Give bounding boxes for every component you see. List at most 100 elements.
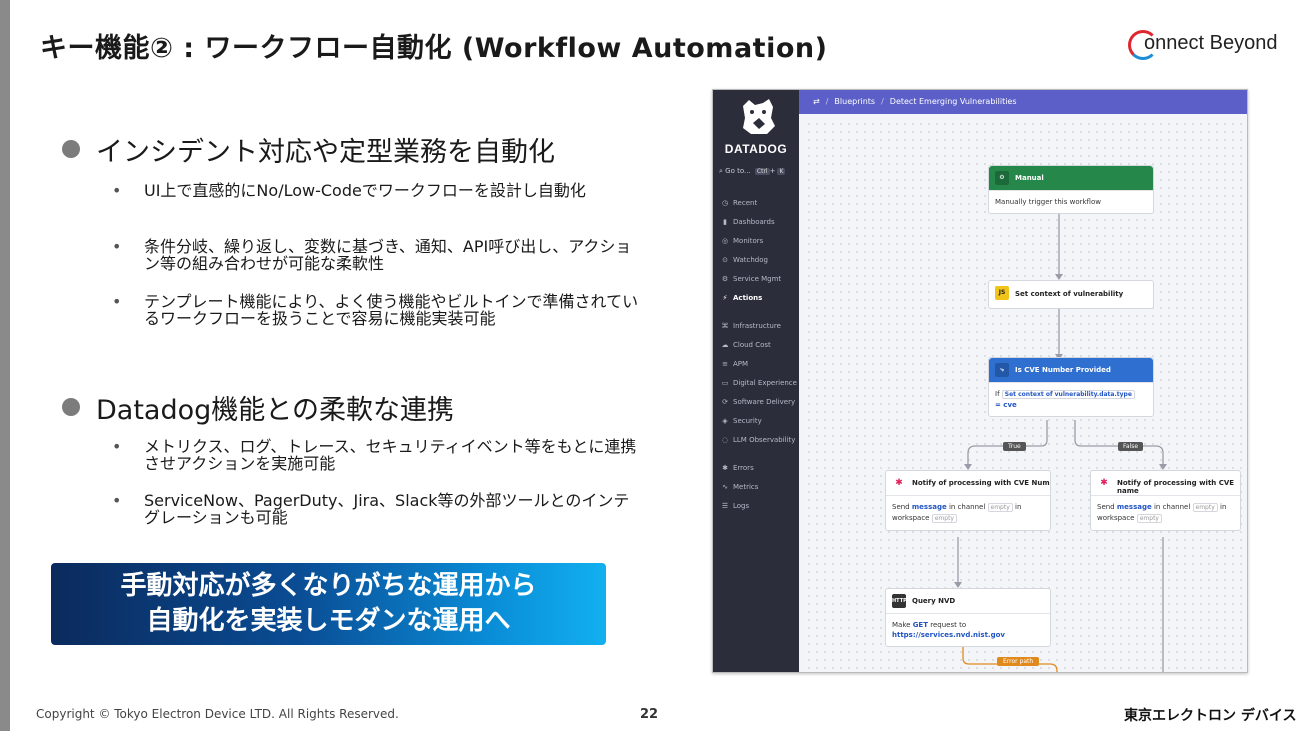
metrics-icon: ∿ [722,483,728,491]
sidebar-item-label: Watchdog [733,256,768,264]
cloud-icon: ☁ [721,341,729,349]
breadcrumb-current: Detect Emerging Vulnerabilities [889,97,1017,106]
banner-line1: 手動対応が多くなりがちな運用から [120,571,537,601]
gear-icon: ⚙ [721,275,729,283]
sidebar-item-monitors[interactable]: ◎ Monitors [721,237,763,245]
node-body: Send message in channel empty in workspa… [1091,495,1240,530]
page-number: 22 [640,707,659,722]
message-label: message [911,503,947,511]
goto-search[interactable]: ⌕ Go to... Ctrl + K [719,167,786,176]
branch-icon: ⤷ [995,363,1009,377]
node-body: Make GET request to https://services.nvd… [886,613,1050,646]
datadog-workflow-screenshot: DATADOG ⌕ Go to... Ctrl + K ◷ Recent ▮ Dashbo… [712,89,1248,673]
sidebar-item-label: Monitors [733,237,764,245]
shield-icon: ◈ [722,417,728,425]
workspace-label: workspace [892,514,930,522]
sidebar-item-watchdog[interactable]: ⊙ Watchdog [721,256,768,264]
sidebar-item-service-mgmt[interactable]: ⚙ Service Mgmt [721,275,781,283]
apm-icon: ≡ [722,360,728,368]
notify-cve-num-node[interactable]: ✱ Notify of processing with CVE Num Send … [885,470,1051,531]
monitor-icon: ◎ [721,237,729,245]
empty-pill: empty [931,514,957,523]
query-nvd-node[interactable]: HTTP Query NVD Make GET request to https:… [885,588,1051,647]
slack-icon: ✱ [892,476,906,490]
sidebar-item-label: Actions [733,294,763,302]
kbd-plus: + [769,167,776,175]
sidebar-item-label: Errors [733,464,754,472]
empty-pill: empty [987,503,1013,512]
condition-ref: Set context of vulnerability.data.type [1001,390,1135,399]
sidebar-item-label: Cloud Cost [733,341,771,349]
search-icon: ⌕ [719,167,723,175]
datadog-dog-icon [743,99,775,134]
delivery-icon: ⟳ [722,398,728,406]
sidebar-item-label: Security [733,417,762,425]
manual-trigger-node[interactable]: ⚙ Manual Manually trigger this workflow [988,165,1154,214]
sidebar-item-label: Infrastructure [733,322,781,330]
request-url: https://services.nvd.nist.gov [892,631,1005,639]
in-label: in [1015,503,1022,511]
node-title: Notify of processing with CVE name [1117,479,1235,495]
section1-heading-text: インシデント対応や定型業務を自動化 [96,137,555,168]
js-node[interactable]: JS Set context of vulnerability [988,280,1154,309]
sidebar-item-apm[interactable]: ≡ APM [721,360,748,368]
sidebar-item-dashboards[interactable]: ▮ Dashboards [721,218,775,226]
notify-cve-name-node[interactable]: ✱ Notify of processing with CVE name Send… [1090,470,1241,531]
in-channel-label: in channel [1153,503,1191,511]
binoculars-icon: ⊙ [722,256,728,264]
sidebar-item-recent[interactable]: ◷ Recent [721,199,757,207]
section1-item-text: テンプレート機能により、よく使う機能やビルトインで準備されているワークフローを扱… [144,292,639,328]
section1-item: • テンプレート機能により、よく使う機能やビルトインで準備されているワークフローを… [112,293,642,327]
sidebar-item-label: Software Delivery [733,398,796,406]
workflow-canvas[interactable]: ⚙ Manual Manually trigger this workflow J… [805,120,1247,672]
js-icon: JS [995,286,1009,300]
sidebar-item-label: APM [733,360,749,368]
sidebar-item-label: Dashboards [733,218,775,226]
node-title: Manual [1015,174,1044,182]
section2-item-text: ServiceNow、PagerDuty、Jira、Slack等の外部ツールとの… [144,491,630,527]
sidebar-item-label: LLM Observability [733,436,796,444]
sidebar-item-llm-observability[interactable]: ◌ LLM Observability [721,436,796,444]
logo-text: onnect Beyond [1144,32,1278,54]
section2-item-text: メトリクス、ログ、トレース、セキュリティイベント等をもとに連携させアクションを実… [144,437,637,473]
network-icon: ⌘ [721,322,729,330]
sidebar-item-software-delivery[interactable]: ⟳ Software Delivery [721,398,795,406]
datadog-brand-name: DATADOG [724,142,788,156]
kbd-ctrl: Ctrl [754,168,770,175]
sidebar-item-label: Logs [733,502,750,510]
send-label: Send [892,503,910,511]
condition-node[interactable]: ⤷ Is CVE Number Provided If Set context o… [988,357,1154,417]
section1-heading: インシデント対応や定型業務を自動化 [62,130,555,169]
sidebar-item-errors[interactable]: ✱ Errors [721,464,754,472]
sidebar-item-metrics[interactable]: ∿ Metrics [721,483,758,491]
condition-value: = cve [995,401,1017,409]
sidebar-item-actions[interactable]: ⚡ Actions [721,294,763,302]
slide-title: キー機能② : ワークフロー自動化 (Workflow Automation) [40,33,828,64]
sidebar-item-label: Metrics [733,483,759,491]
node-body: If Set context of vulnerability.data.typ… [989,382,1153,416]
empty-pill: empty [1192,503,1218,512]
bullet-dot-icon [62,140,80,158]
footer-brand: 東京エレクトロン デバイス [1124,708,1297,724]
in-label: in [1220,503,1227,511]
breadcrumb-blueprints[interactable]: Blueprints [834,97,875,106]
section2-item: • メトリクス、ログ、トレース、セキュリティイベント等をもとに連携させアクションを… [112,438,642,472]
connect-beyond-logo: onnect Beyond [1128,28,1277,64]
sidebar-item-digital-experience[interactable]: ▭ Digital Experience [721,379,797,387]
node-body: Send message in channel empty in workspa… [886,495,1050,530]
empty-pill: empty [1136,514,1162,523]
sidebar-item-security[interactable]: ◈ Security [721,417,762,425]
sidebar-item-logs[interactable]: ☰ Logs [721,502,749,510]
section2-heading-text: Datadog機能との柔軟な連携 [96,395,454,426]
false-branch-tag: False [1118,442,1144,451]
sidebar-item-infrastructure[interactable]: ⌘ Infrastructure [721,322,781,330]
blueprint-icon: ⇄ [813,97,820,106]
dashboard-icon: ▮ [723,218,727,226]
section1-item: • 条件分岐、繰り返し、変数に基づき、通知、API呼び出し、アクション等の組み合わ… [112,238,642,272]
if-label: If [995,390,1000,398]
footer-copyright: Copyright © Tokyo Electron Device LTD. A… [36,707,399,721]
sidebar-item-cloud-cost[interactable]: ☁ Cloud Cost [721,341,771,349]
llm-icon: ◌ [721,436,729,444]
conclusion-banner: 手動対応が多くなりがちな運用から 自動化を実装しモダンな運用へ [51,563,606,645]
trigger-icon: ⚙ [995,171,1009,185]
